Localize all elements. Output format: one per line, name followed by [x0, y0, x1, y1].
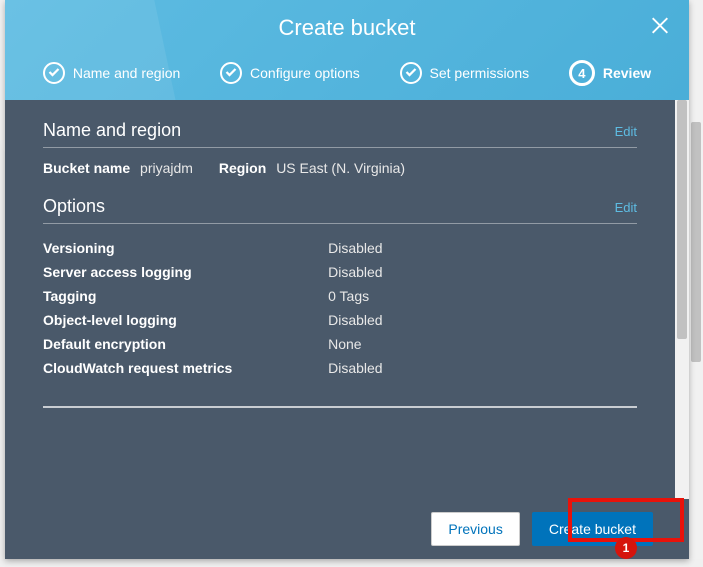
checkmark-icon [43, 62, 65, 84]
table-row: Default encryption None [43, 332, 637, 356]
step-label: Name and region [73, 65, 180, 81]
table-row: Tagging 0 Tags [43, 284, 637, 308]
dialog-header: Create bucket Name and region Configure … [5, 0, 689, 100]
step-label: Review [603, 65, 651, 81]
section-divider [43, 406, 637, 408]
option-key: Object-level logging [43, 312, 328, 328]
option-value: Disabled [328, 264, 382, 280]
dialog-body: Name and region Edit Bucket name priyajd… [5, 100, 689, 559]
step-configure-options[interactable]: Configure options [220, 62, 360, 84]
name-region-summary: Bucket name priyajdm Region US East (N. … [43, 160, 637, 176]
option-value: None [328, 336, 361, 352]
wizard-steps: Name and region Configure options Set pe… [5, 56, 689, 100]
section-title: Name and region [43, 120, 181, 141]
step-review[interactable]: 4 Review [569, 60, 651, 86]
checkmark-icon [400, 62, 422, 84]
section-options: Options Edit Versioning Disabled Server … [43, 196, 637, 380]
body-scrollbar-thumb[interactable] [677, 100, 687, 339]
options-table: Versioning Disabled Server access loggin… [43, 236, 637, 380]
option-value: 0 Tags [328, 288, 369, 304]
checkmark-icon [220, 62, 242, 84]
create-bucket-dialog: Create bucket Name and region Configure … [5, 0, 689, 559]
option-key: Server access logging [43, 264, 328, 280]
option-value: Disabled [328, 360, 382, 376]
table-row: Server access logging Disabled [43, 260, 637, 284]
close-button[interactable] [649, 15, 671, 42]
review-content: Name and region Edit Bucket name priyajd… [5, 100, 675, 499]
option-value: Disabled [328, 240, 382, 256]
previous-button[interactable]: Previous [431, 512, 519, 546]
table-row: Object-level logging Disabled [43, 308, 637, 332]
page-scrollbar-thumb[interactable] [691, 122, 701, 362]
bucket-name-label: Bucket name [43, 160, 130, 176]
option-value: Disabled [328, 312, 382, 328]
region-label: Region [219, 160, 266, 176]
body-scrollbar-track[interactable] [675, 100, 689, 499]
option-key: Default encryption [43, 336, 328, 352]
step-set-permissions[interactable]: Set permissions [400, 62, 530, 84]
dialog-title: Create bucket [279, 15, 416, 41]
step-label: Set permissions [430, 65, 530, 81]
region-value: US East (N. Virginia) [276, 160, 405, 176]
dialog-footer: Previous Create bucket [5, 499, 675, 559]
step-label: Configure options [250, 65, 360, 81]
step-number-icon: 4 [569, 60, 595, 86]
create-bucket-button[interactable]: Create bucket [532, 512, 653, 546]
page-scrollbar-track[interactable] [689, 0, 703, 559]
bucket-name-value: priyajdm [140, 160, 193, 176]
table-row: CloudWatch request metrics Disabled [43, 356, 637, 380]
edit-name-region-link[interactable]: Edit [615, 124, 637, 139]
option-key: CloudWatch request metrics [43, 360, 328, 376]
table-row: Versioning Disabled [43, 236, 637, 260]
section-name-and-region: Name and region Edit Bucket name priyajd… [43, 120, 637, 176]
close-icon [649, 24, 671, 41]
option-key: Tagging [43, 288, 328, 304]
edit-options-link[interactable]: Edit [615, 200, 637, 215]
step-name-and-region[interactable]: Name and region [43, 62, 180, 84]
section-title: Options [43, 196, 105, 217]
option-key: Versioning [43, 240, 328, 256]
